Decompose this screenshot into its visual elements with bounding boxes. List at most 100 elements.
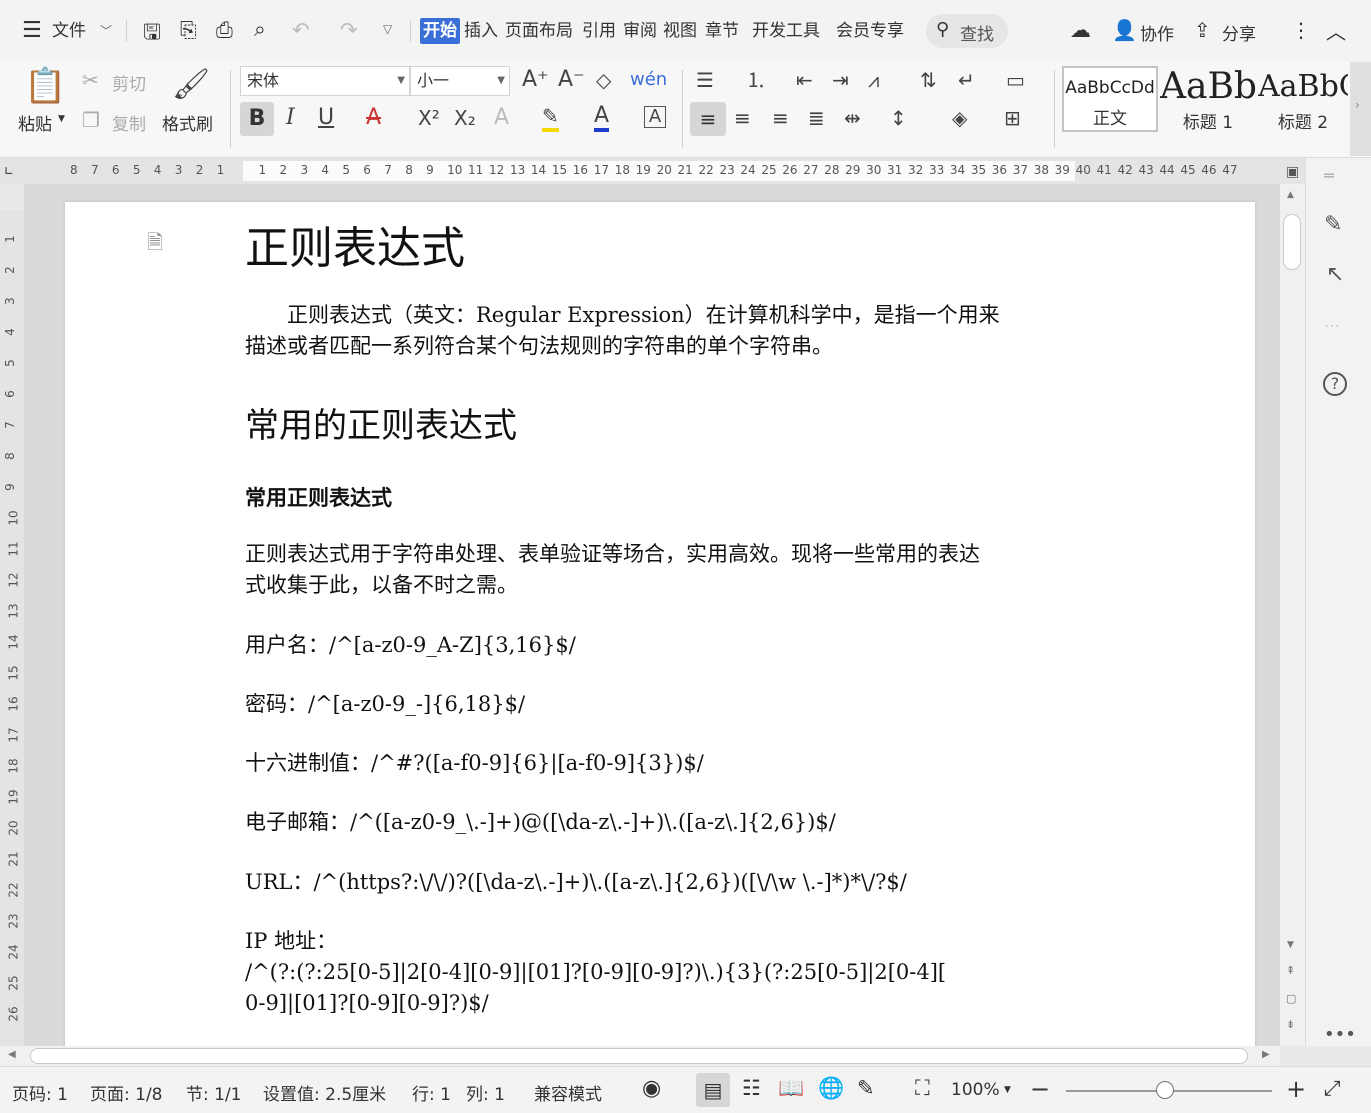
highlight-icon[interactable]: ✎ bbox=[542, 104, 559, 132]
borders-icon[interactable]: ⊞ bbox=[1004, 106, 1021, 130]
status-compat-mode[interactable]: 兼容模式 bbox=[534, 1080, 602, 1105]
cut-icon[interactable]: ✂ bbox=[82, 68, 99, 92]
panel-toggle-icon[interactable]: ▣ bbox=[1286, 164, 1299, 180]
share-icon[interactable]: ⇪ bbox=[1194, 18, 1211, 42]
collab-label[interactable]: 协作 bbox=[1140, 20, 1174, 45]
status-setting[interactable]: 设置值: 2.5厘米 bbox=[263, 1080, 386, 1105]
tab-page-layout[interactable]: 页面布局 bbox=[505, 18, 573, 44]
select-browse-icon[interactable]: ▢ bbox=[1286, 992, 1296, 1005]
save-icon[interactable]: 🖫 bbox=[143, 18, 161, 53]
help-icon[interactable]: ? bbox=[1323, 372, 1347, 396]
cut-button[interactable]: 剪切 bbox=[112, 70, 146, 95]
fit-page-icon[interactable]: ⛶ bbox=[915, 1076, 930, 1101]
align-left-button[interactable]: ≡ bbox=[690, 102, 726, 136]
tab-stop-selector[interactable]: ∟ bbox=[4, 164, 14, 178]
status-col[interactable]: 列: 1 bbox=[466, 1080, 505, 1105]
desc-line-1[interactable]: 正则表达式用于字符串处理、表单验证等场合，实用高效。现将一些常用的表达 bbox=[245, 539, 1077, 570]
desc-line-2[interactable]: 式收集于此，以备不时之需。 bbox=[245, 570, 1077, 601]
copy-icon[interactable]: ❐ bbox=[82, 108, 100, 132]
collapse-ribbon-icon[interactable]: ︿ bbox=[1326, 16, 1346, 45]
tab-developer[interactable]: 开发工具 bbox=[752, 18, 820, 44]
font-color-icon[interactable]: A bbox=[594, 104, 610, 132]
style-normal[interactable]: AaBbCcDd 正文 bbox=[1062, 66, 1158, 132]
scroll-right-icon[interactable]: ▶ bbox=[1262, 1049, 1270, 1060]
status-section[interactable]: 节: 1/1 bbox=[186, 1080, 242, 1105]
search-box[interactable]: ⚲ 查找 bbox=[926, 14, 1008, 48]
tab-references[interactable]: 引用 bbox=[582, 18, 616, 44]
paste-icon[interactable]: 📋 bbox=[24, 66, 66, 106]
tab-insert[interactable]: 插入 bbox=[464, 18, 498, 44]
subscript-icon[interactable]: X₂ bbox=[454, 106, 476, 130]
sort-icon[interactable]: ⇅ bbox=[920, 68, 937, 92]
web-view-icon[interactable]: 🌐 bbox=[818, 1076, 844, 1101]
regex-hex[interactable]: 十六进制值：/^#?([a-f0-9]{6}|[a-f0-9]{3})$/ bbox=[245, 748, 1077, 779]
copy-button[interactable]: 复制 bbox=[112, 110, 146, 135]
scroll-down-icon[interactable]: ▼ bbox=[1287, 940, 1294, 950]
zoom-in-icon[interactable]: + bbox=[1286, 1075, 1306, 1103]
strikethrough-icon[interactable]: A bbox=[366, 106, 381, 130]
select-cursor-icon[interactable]: ↖ bbox=[1326, 262, 1344, 287]
print-preview-icon[interactable]: ⌕ bbox=[254, 17, 266, 42]
cloud-sync-icon[interactable]: ☁ bbox=[1070, 18, 1091, 42]
scroll-up-icon[interactable]: ▲ bbox=[1287, 190, 1294, 200]
styles-scroll[interactable]: › bbox=[1350, 62, 1371, 156]
status-pages[interactable]: 页面: 1/8 bbox=[90, 1080, 163, 1105]
align-right-icon[interactable]: ≡ bbox=[772, 106, 789, 130]
italic-icon[interactable]: I bbox=[286, 106, 295, 130]
outline-view-icon[interactable]: ☷ bbox=[742, 1076, 761, 1100]
more-vertical-icon[interactable]: ⋮ bbox=[1291, 18, 1311, 42]
horizontal-scrollbar[interactable]: ◀ ▶ bbox=[0, 1046, 1280, 1066]
section-heading[interactable]: 常用的正则表达式 bbox=[245, 398, 1077, 447]
style-heading-2[interactable]: AaBbC 标题 2 bbox=[1258, 66, 1348, 133]
document-outline-icon[interactable]: 🗎 bbox=[147, 228, 163, 262]
document-page[interactable]: 🗎 正则表达式 正则表达式（英文：Regular Expression）在计算机… bbox=[65, 202, 1255, 1046]
text-effect-icon[interactable]: A bbox=[494, 106, 509, 130]
superscript-icon[interactable]: X² bbox=[418, 106, 440, 130]
regex-ip-line-2[interactable]: 0-9]|[01]?[0-9][0-9]?)$/ bbox=[245, 988, 1077, 1019]
write-mode-icon[interactable]: ✎ bbox=[857, 1076, 875, 1100]
prev-page-icon[interactable]: ⇞ bbox=[1286, 964, 1295, 977]
shading-icon[interactable]: ◈ bbox=[952, 106, 967, 130]
page-view-button[interactable]: ▤ bbox=[696, 1073, 730, 1107]
hscroll-thumb[interactable] bbox=[30, 1048, 1248, 1064]
document-canvas[interactable]: 🗎 正则表达式 正则表达式（英文：Regular Expression）在计算机… bbox=[24, 184, 1280, 1046]
zoom-dropdown-icon[interactable]: ▼ bbox=[1004, 1085, 1011, 1095]
distribute-icon[interactable]: ⇹ bbox=[844, 106, 861, 130]
style-heading-1[interactable]: AaBb 标题 1 bbox=[1160, 66, 1256, 133]
regex-ip-label[interactable]: IP 地址： bbox=[245, 926, 1077, 957]
hamburger-menu-icon[interactable]: ☰ bbox=[22, 18, 42, 44]
tab-member[interactable]: 会员专享 bbox=[836, 18, 904, 44]
zoom-slider-thumb[interactable] bbox=[1156, 1081, 1174, 1099]
bold-button[interactable]: B bbox=[240, 102, 274, 136]
more-options-icon[interactable]: ••• bbox=[1324, 1024, 1356, 1045]
subsection-heading[interactable]: 常用正则表达式 bbox=[245, 482, 1077, 512]
numbered-list-icon[interactable]: ⒈ bbox=[746, 68, 766, 92]
justify-icon[interactable]: ≣ bbox=[808, 106, 825, 130]
redo-icon[interactable]: ↷ bbox=[340, 18, 358, 42]
tab-section[interactable]: 章节 bbox=[705, 18, 739, 44]
eye-protection-icon[interactable]: ◉ bbox=[642, 1076, 661, 1101]
regex-password[interactable]: 密码：/^[a-z0-9_-]{6,18}$/ bbox=[245, 689, 1077, 720]
align-center-icon[interactable]: ≡ bbox=[734, 106, 751, 130]
zoom-level[interactable]: 100% bbox=[951, 1080, 1000, 1100]
tab-view[interactable]: 视图 bbox=[663, 18, 697, 44]
regex-username[interactable]: 用户名：/^[a-z0-9_A-Z]{3,16}$/ bbox=[245, 630, 1077, 661]
zoom-out-icon[interactable]: − bbox=[1030, 1075, 1050, 1103]
horizontal-ruler[interactable]: ∟ 8 7 6 5 4 3 2 1 1 2 3 4 5 6 7 8 9 10 11 12 13 14 15 16 17 18 19 2… bbox=[0, 158, 1305, 184]
print-icon[interactable]: ⎙ bbox=[216, 18, 233, 43]
bullet-list-icon[interactable]: ☰ bbox=[696, 68, 714, 92]
status-page-number[interactable]: 页码: 1 bbox=[12, 1080, 68, 1105]
regex-email[interactable]: 电子邮箱：/^([a-z0-9_\.-]+)@([\da-z\.-]+)\.([… bbox=[245, 807, 1077, 838]
shrink-font-icon[interactable]: A⁻ bbox=[558, 68, 585, 92]
increase-indent-icon[interactable]: ⇥ bbox=[832, 68, 849, 92]
reading-view-icon[interactable]: 📖 bbox=[778, 1076, 804, 1101]
tab-review[interactable]: 审阅 bbox=[623, 18, 657, 44]
document-title[interactable]: 正则表达式 bbox=[245, 212, 1077, 276]
edit-pen-icon[interactable]: ✎ bbox=[1324, 212, 1342, 237]
intro-line-2[interactable]: 描述或者匹配一系列符合某个句法规则的字符串的单个字符串。 bbox=[245, 331, 1077, 362]
format-painter-icon[interactable]: 🖌 bbox=[172, 66, 210, 104]
font-name-select[interactable]: 宋体 ▼ bbox=[240, 66, 410, 96]
decrease-indent-icon[interactable]: ⇤ bbox=[796, 68, 813, 92]
table-icon[interactable]: ▭ bbox=[1006, 68, 1025, 92]
share-label[interactable]: 分享 bbox=[1222, 20, 1256, 45]
